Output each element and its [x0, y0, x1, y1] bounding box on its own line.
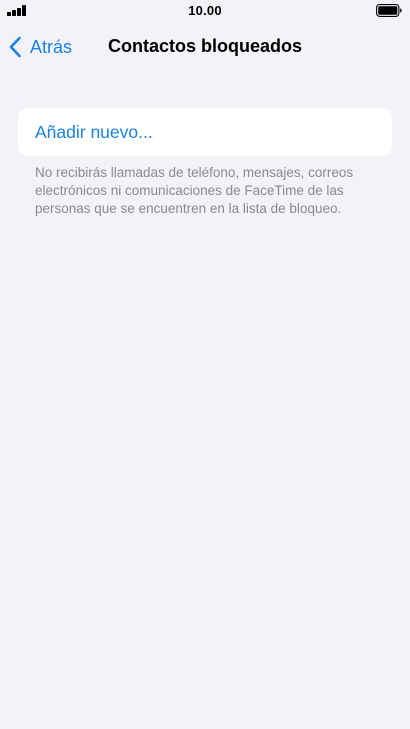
battery-full-icon [376, 4, 402, 17]
status-bar: 10.00 [0, 0, 410, 22]
navigation-bar: Atrás Contactos bloqueados [0, 22, 410, 70]
blocked-list-footer-note: No recibirás llamadas de teléfono, mensa… [35, 165, 354, 216]
page-title: Contactos bloqueados [107, 36, 302, 56]
status-time: 10.00 [188, 3, 222, 18]
add-new-button[interactable]: Añadir nuevo... [18, 108, 392, 156]
add-new-label: Añadir nuevo... [35, 122, 153, 142]
